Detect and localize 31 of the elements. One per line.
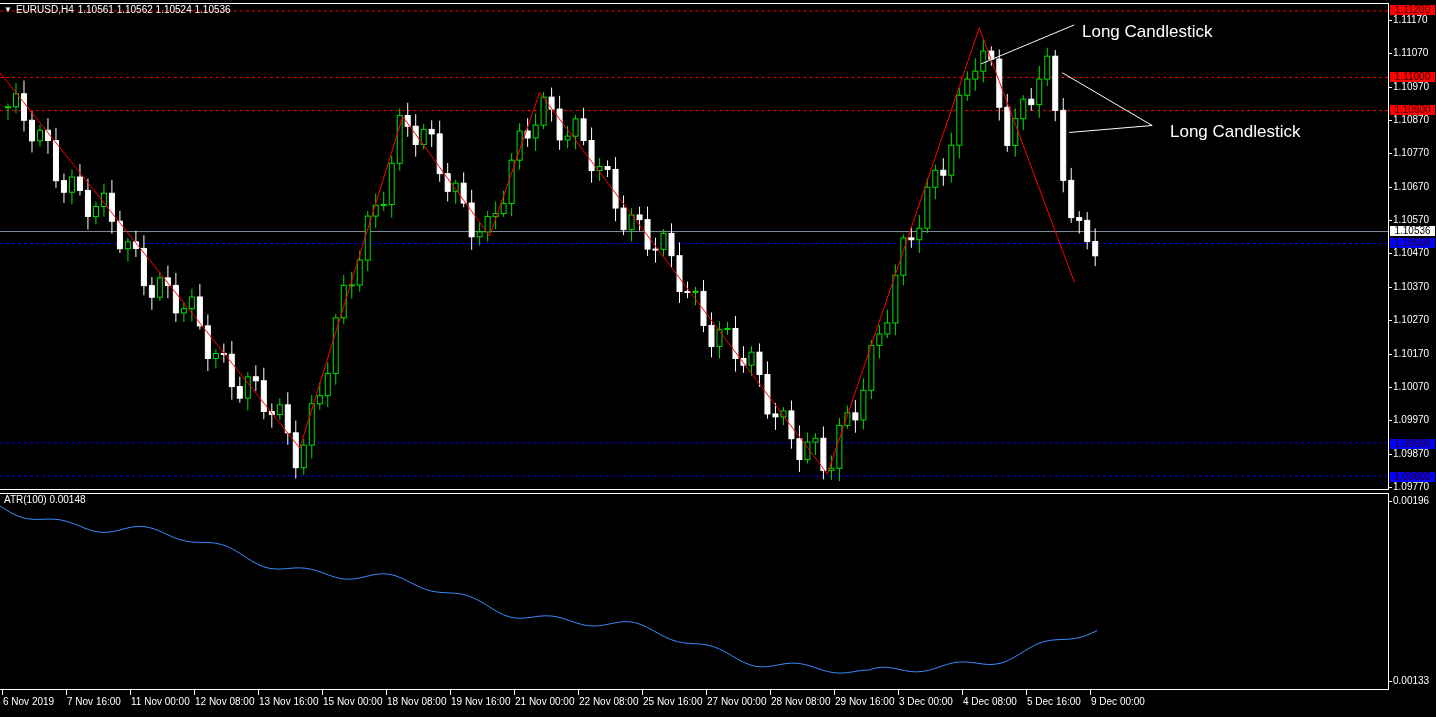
time-label: 6 Nov 2019 (3, 696, 55, 707)
level-price-badge: 1.09900 (1390, 438, 1435, 449)
time-label: 7 Nov 16:00 (67, 696, 121, 707)
time-label: 21 Nov 00:00 (515, 696, 575, 707)
time-label: 29 Nov 16:00 (835, 696, 895, 707)
time-label: 3 Dec 00:00 (899, 696, 953, 707)
time-label: 27 Nov 00:00 (707, 696, 767, 707)
level-price-badge: 1.11000 (1390, 71, 1435, 82)
time-label: 22 Nov 08:00 (579, 696, 639, 707)
indicator-title: ATR(100) 0.00148 (4, 494, 86, 505)
annotation-label: Long Candlestick (1170, 122, 1301, 142)
time-label: 25 Nov 16:00 (643, 696, 703, 707)
time-label: 28 Nov 08:00 (771, 696, 831, 707)
time-label: 13 Nov 16:00 (259, 696, 319, 707)
level-price-badge: 1.10500 (1390, 238, 1435, 249)
time-label: 11 Nov 00:00 (131, 696, 190, 707)
time-label: 4 Dec 08:00 (963, 696, 1017, 707)
time-label: 5 Dec 16:00 (1027, 696, 1081, 707)
ohlc-values: 1.10561 1.10562 1.10524 1.10536 (77, 4, 231, 15)
dropdown-marker[interactable]: ▼ (4, 5, 12, 14)
annotation-label: Long Candlestick (1082, 22, 1213, 42)
level-price-badge: 1.11200 (1390, 5, 1435, 15)
symbol-label: EURUSD,H4 (15, 4, 74, 15)
level-price-badge: 1.10900 (1390, 105, 1435, 116)
time-label: 15 Nov 00:00 (323, 696, 383, 707)
time-label: 12 Nov 08:00 (195, 696, 255, 707)
current-price-badge: 1.10536 (1390, 226, 1435, 237)
level-price-badge: 1.09800 (1390, 472, 1435, 482)
time-label: 9 Dec 00:00 (1091, 696, 1145, 707)
time-label: 19 Nov 16:00 (451, 696, 511, 707)
time-label: 18 Nov 08:00 (387, 696, 447, 707)
